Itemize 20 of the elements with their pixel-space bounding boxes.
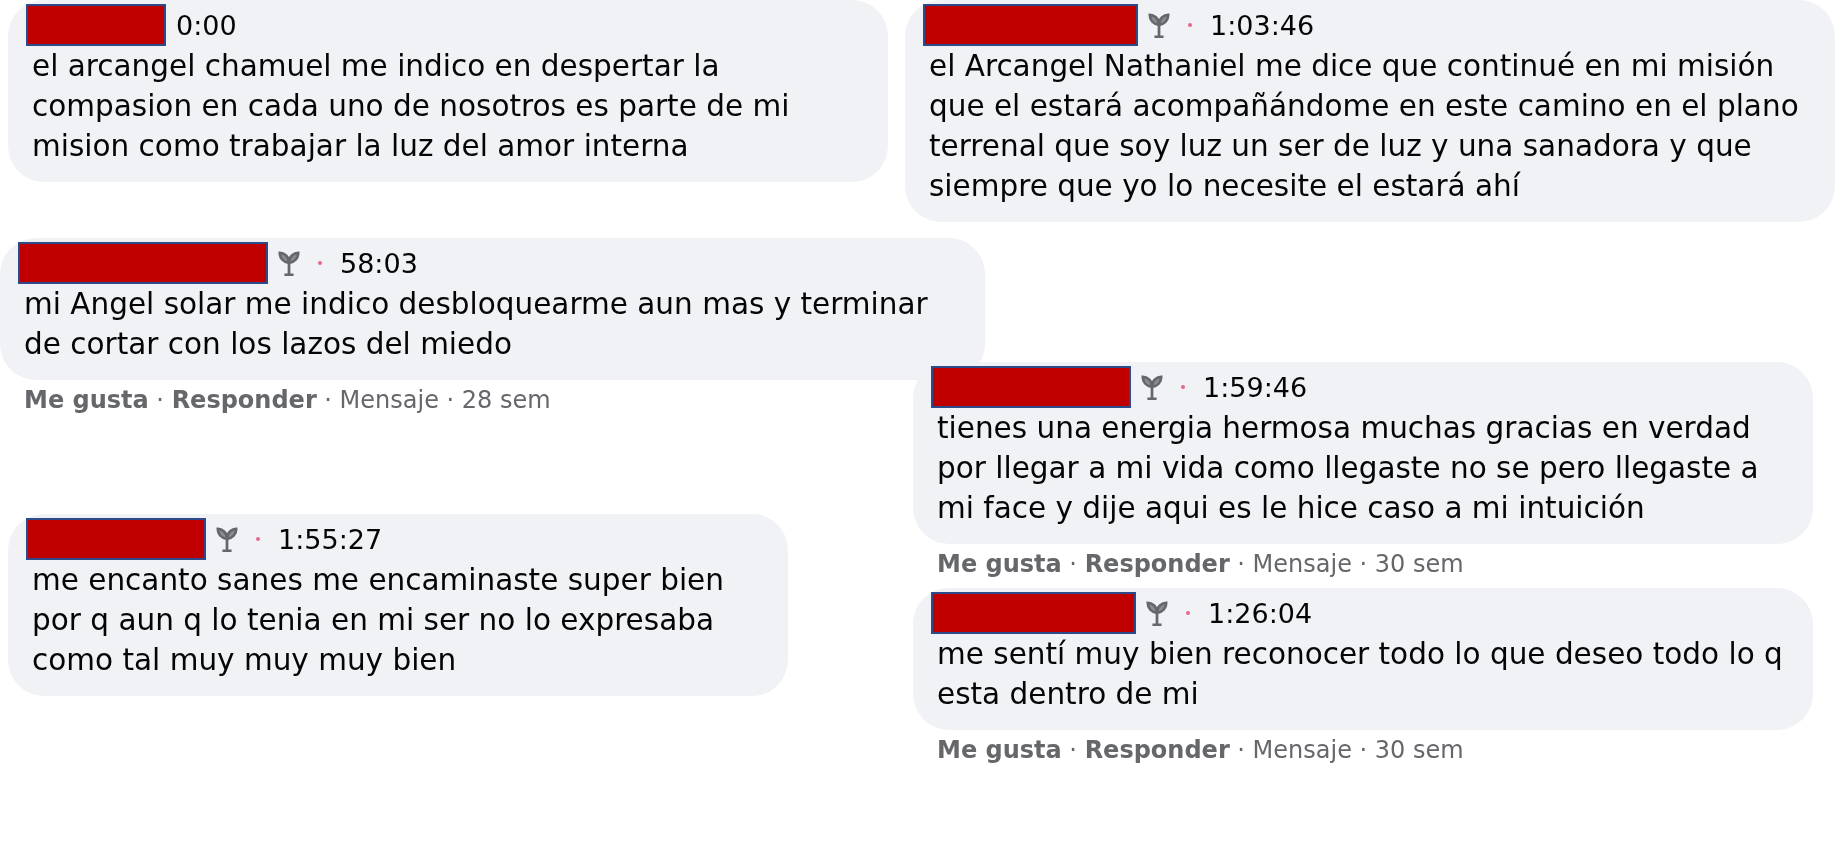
comment-actions[interactable]: Me gusta · Responder · Mensaje · 28 sem <box>0 380 905 414</box>
comment-actions[interactable]: Me gusta · Responder · Mensaje · 30 sem <box>913 730 1845 764</box>
timestamp-link[interactable]: 58:03 <box>340 247 418 279</box>
timestamp-link[interactable]: 1:26:04 <box>1208 597 1313 629</box>
comment-text: el Arcangel Nathaniel me dice que continué en mi misión que el estará acompañándome en este camino en el plano terrenal que soy luz un ser de luz y una sanadora y que siempre que yo lo necesite el estará ahí <box>929 48 1800 205</box>
comment-text: tienes una energia hermosa muchas gracias en verdad por llegar a mi vida como llegaste no se pero llegaste a mi face y dije aqui es le hice caso a mi intuición <box>937 410 1760 527</box>
timestamp-link[interactable]: 1:55:27 <box>278 523 383 555</box>
separator-dot <box>1186 611 1190 615</box>
timestamp-link[interactable]: 1:03:46 <box>1210 9 1315 41</box>
comment-text: me sentí muy bien reconocer todo lo que deseo todo lo q esta dentro de mi <box>937 636 1784 713</box>
comment-actions[interactable]: Me gusta · Responder · Mensaje · 30 sem <box>913 544 1845 578</box>
separator-dot <box>318 261 322 265</box>
separator-dot <box>1188 23 1192 27</box>
timestamp-link[interactable]: 1:59:46 <box>1203 371 1308 403</box>
comment-text: me encanto sanes me encaminaste super bien por q aun q lo tenia en mi ser no lo expresaba como tal muy muy muy bien <box>32 562 725 679</box>
timestamp-link[interactable]: 0:00 <box>176 9 237 41</box>
comment-text: el arcangel chamuel me indico en despertar la compasion en cada uno de nosotros es parte de mi mision como trabajar la luz del amor interna <box>32 48 791 165</box>
separator-dot <box>256 537 260 541</box>
separator-dot <box>1181 385 1185 389</box>
comment-text: mi Angel solar me indico desbloquearme aun mas y terminar de cortar con los lazos del miedo <box>24 286 929 363</box>
